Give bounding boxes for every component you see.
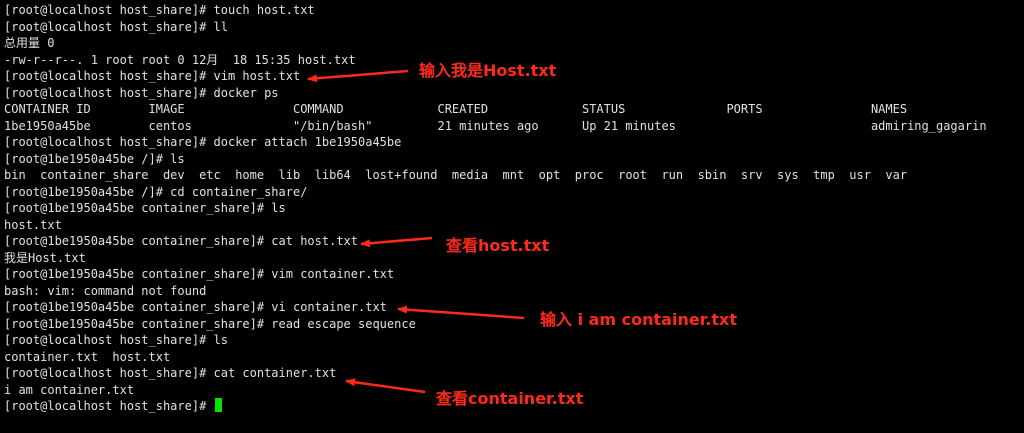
- terminal-line: 总用量 0: [4, 36, 55, 50]
- terminal-line: [root@localhost host_share]# cat contain…: [4, 366, 337, 380]
- terminal-line: CONTAINER ID IMAGE COMMAND CREATED STATU…: [4, 102, 908, 116]
- terminal-line: 1be1950a45be centos "/bin/bash" 21 minut…: [4, 118, 987, 133]
- terminal-line: [root@localhost host_share]# ll: [4, 19, 228, 34]
- terminal-line: [root@1be1950a45be container_share]# ls: [4, 201, 286, 215]
- terminal-line: [root@localhost host_share]# touch host.…: [4, 3, 315, 17]
- terminal-window[interactable]: [root@localhost host_share]# touch host.…: [0, 0, 1024, 433]
- terminal-line: bin container_share dev etc home lib lib…: [4, 168, 908, 182]
- terminal-line: [root@1be1950a45be container_share]# vim…: [4, 267, 395, 281]
- terminal-line: [root@localhost host_share]# docker atta…: [4, 135, 402, 149]
- annotation-view-container: 查看container.txt: [436, 389, 584, 408]
- annotation-view-host: 查看host.txt: [446, 236, 550, 255]
- terminal-line: container.txt host.txt: [4, 349, 171, 364]
- annotation-input-container: 输入 i am container.txt: [540, 310, 738, 329]
- terminal-cursor: [214, 398, 222, 412]
- terminal-line: [root@1be1950a45be container_share]# vi …: [4, 300, 387, 314]
- terminal-line: bash: vim: command not found: [4, 283, 207, 298]
- annotation-input-host: 输入我是Host.txt: [419, 61, 557, 80]
- terminal-prompt: [root@localhost host_share]#: [4, 399, 214, 413]
- terminal-line: [root@1be1950a45be container_share]# rea…: [4, 316, 416, 331]
- terminal-line: [root@localhost host_share]# ls: [4, 333, 228, 347]
- terminal-line: [root@1be1950a45be /]# cd container_shar…: [4, 184, 308, 199]
- terminal-line: [root@1be1950a45be /]# ls: [4, 151, 185, 166]
- terminal-line: [root@localhost host_share]# docker ps: [4, 85, 279, 100]
- terminal-line: host.txt: [4, 217, 62, 232]
